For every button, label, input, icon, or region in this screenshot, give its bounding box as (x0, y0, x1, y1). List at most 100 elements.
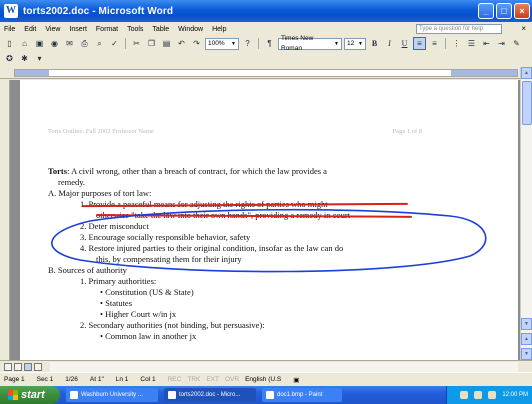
taskbar-item-browser[interactable]: Washburn University ... (66, 388, 158, 402)
new-document-icon[interactable]: ▯ (3, 37, 16, 50)
tray-network-icon[interactable] (460, 391, 469, 399)
spelling-icon[interactable]: ✓ (108, 37, 121, 50)
menu-tools[interactable]: Tools (127, 26, 143, 33)
print-preview-icon[interactable]: ⌕ (93, 37, 106, 50)
outline-view-icon[interactable] (34, 363, 42, 371)
document-page[interactable]: Torts Outline: Fall 2002 Professor Name … (20, 80, 518, 360)
start-button[interactable]: start (0, 386, 60, 404)
align-left-icon[interactable]: ≡ (413, 37, 426, 50)
italic-button[interactable]: I (383, 37, 396, 50)
tray-security-icon[interactable] (488, 391, 497, 399)
web-layout-view-icon[interactable] (14, 363, 22, 371)
text-line: • Higher Court w/in jx (100, 309, 177, 319)
menu-format[interactable]: Format (96, 26, 118, 33)
word-app-icon[interactable]: W (4, 4, 18, 18)
spelling-status-icon[interactable]: ▣ (293, 376, 299, 384)
page-number: Page 1 of 8 (392, 128, 422, 135)
align-center-icon[interactable]: ≡ (428, 37, 441, 50)
decrease-indent-icon[interactable]: ⇤ (480, 37, 493, 50)
zoom-select[interactable]: 100% ▼ (205, 37, 239, 50)
toolbar-options-icon[interactable]: ▾ (33, 52, 46, 65)
chevron-down-icon: ▼ (334, 40, 339, 47)
text-line: this, by compensating them for their inj… (96, 254, 242, 264)
normal-view-icon[interactable] (4, 363, 12, 371)
cut-icon[interactable]: ✂ (130, 37, 143, 50)
vertical-scrollbar[interactable]: ▲ ▼ ▲ ▼ (520, 67, 532, 360)
status-at: At 1" (89, 376, 104, 383)
highlight-icon[interactable]: ✎ (510, 37, 523, 50)
email-icon[interactable]: ✉ (63, 37, 76, 50)
font-size-select[interactable]: 12 ▼ (344, 37, 366, 50)
track-changes-icon[interactable]: ✱ (18, 52, 31, 65)
help-icon[interactable]: ? (241, 37, 254, 50)
menu-edit[interactable]: Edit (24, 26, 36, 33)
print-layout-view-icon[interactable] (24, 363, 32, 371)
open-folder-icon[interactable]: ⌂ (18, 37, 31, 50)
menu-file[interactable]: File (4, 26, 15, 33)
windows-flag-icon (8, 390, 18, 400)
taskbar-item-word[interactable]: torts2002.doc - Micro... (164, 388, 256, 402)
underline-button[interactable]: U (398, 37, 411, 50)
scroll-up-icon[interactable]: ▲ (521, 67, 532, 79)
review-icon[interactable]: ✪ (3, 52, 16, 65)
status-ext[interactable]: EXT (206, 376, 219, 383)
horizontal-scrollbar[interactable] (50, 362, 518, 372)
vertical-ruler[interactable] (0, 80, 10, 360)
text-line: 2. Deter misconduct (80, 221, 149, 231)
text-line: 1. Primary authorities: (80, 276, 157, 286)
menu-window[interactable]: Window (178, 26, 203, 33)
taskbar-item-paint[interactable]: doc1.bmp - Paint (262, 388, 342, 402)
styles-icon[interactable]: ¶ (263, 37, 276, 50)
paste-icon[interactable]: ▤ (160, 37, 173, 50)
previous-page-icon[interactable]: ▲ (521, 333, 532, 345)
copy-icon[interactable]: ❐ (145, 37, 158, 50)
help-search-input[interactable]: Type a question for help (416, 24, 502, 34)
numbering-icon[interactable]: ⋮ (450, 37, 463, 50)
status-trk[interactable]: TRK (187, 376, 200, 383)
browser-icon (70, 391, 78, 399)
text-line: 2. Secondary authorities (not binding, b… (80, 320, 265, 330)
bullets-icon[interactable]: ☰ (465, 37, 478, 50)
title-bar[interactable]: W torts2002.doc - Microsoft Word _ □ × (0, 0, 532, 22)
word-icon (168, 391, 176, 399)
chevron-down-icon: ▼ (358, 40, 363, 47)
font-select[interactable]: Times New Roman ▼ (278, 35, 342, 52)
minimize-button[interactable]: _ (478, 3, 494, 19)
undo-icon[interactable]: ↶ (175, 37, 188, 50)
text-line: • Constitution (US & State) (100, 287, 194, 297)
print-icon[interactable]: ⎙ (78, 37, 91, 50)
save-icon[interactable]: ▣ (33, 37, 46, 50)
status-language: English (U.S (245, 376, 282, 383)
menu-view[interactable]: View (45, 26, 60, 33)
window-title: torts2002.doc - Microsoft Word (23, 5, 174, 17)
text-line: A. Major purposes of tort law: (48, 188, 152, 198)
horizontal-scroll-area (0, 360, 532, 372)
menu-insert[interactable]: Insert (69, 26, 87, 33)
text-line: B. Sources of authority (48, 265, 127, 275)
text-line: • Statutes (100, 298, 133, 308)
horizontal-ruler[interactable] (0, 67, 532, 79)
paint-icon (266, 391, 274, 399)
next-page-icon[interactable]: ▼ (521, 348, 532, 360)
maximize-button[interactable]: □ (496, 3, 512, 19)
bold-button[interactable]: B (368, 37, 381, 50)
system-tray: 12:00 PM (446, 386, 532, 404)
permission-icon[interactable]: ◉ (48, 37, 61, 50)
redo-icon[interactable]: ↷ (190, 37, 203, 50)
document-area[interactable]: Torts Outline: Fall 2002 Professor Name … (10, 80, 520, 360)
status-bar: Page 1 Sec 1 1/26 At 1" Ln 1 Col 1 REC T… (0, 372, 532, 386)
scroll-down-icon[interactable]: ▼ (521, 318, 532, 330)
increase-indent-icon[interactable]: ⇥ (495, 37, 508, 50)
standard-toolbar: ▯ ⌂ ▣ ◉ ✉ ⎙ ⌕ ✓ ✂ ❐ ▤ ↶ ↷ 100% ▼ ? ¶ Time… (0, 35, 532, 52)
status-page: Page 1 (4, 376, 25, 383)
clock[interactable]: 12:00 PM (502, 392, 528, 398)
document-close-icon[interactable]: × (521, 24, 526, 34)
scrollbar-thumb[interactable] (522, 81, 532, 125)
menu-table[interactable]: Table (152, 26, 169, 33)
status-ovr[interactable]: OVR (225, 376, 239, 383)
tray-volume-icon[interactable] (474, 391, 483, 399)
menu-help[interactable]: Help (212, 26, 226, 33)
text-line: • Common law in another jx (100, 331, 197, 341)
close-button[interactable]: × (514, 3, 530, 19)
status-rec[interactable]: REC (168, 376, 182, 383)
